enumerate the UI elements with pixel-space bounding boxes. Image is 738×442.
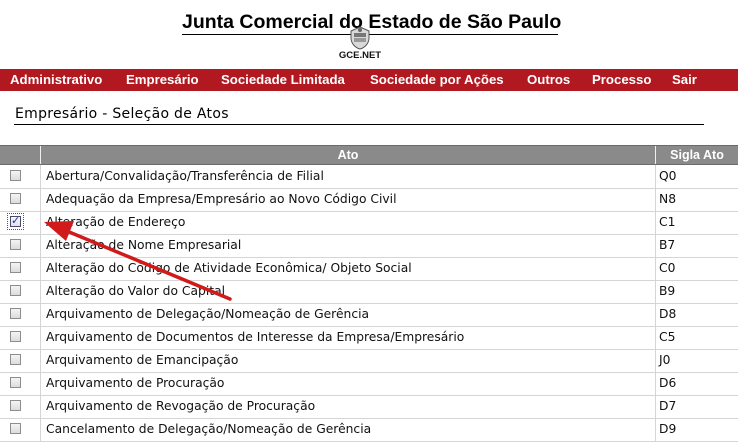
cell-separator [40,257,41,280]
ato-cell: Alteração do Código de Atividade Econômi… [46,261,412,275]
system-name: GCE.NET [338,50,382,61]
cell-separator [40,372,41,395]
ato-cell: Cancelamento de Delegação/Nomeação de Ge… [46,422,372,436]
ato-cell: Arquivamento de Delegação/Nomeação de Ge… [46,307,370,321]
column-header-ato: Ato [337,148,359,162]
row-checkbox[interactable] [10,239,21,250]
row-checkbox[interactable] [10,285,21,296]
sigla-cell: D8 [659,307,677,321]
cell-separator [655,349,656,372]
ato-cell: Arquivamento de Procuração [46,376,225,390]
cell-separator [655,165,656,188]
row-checkbox[interactable] [10,262,21,273]
sigla-cell: D7 [659,399,677,413]
cell-separator [40,188,41,211]
table-header: Ato Sigla Ato [0,145,738,165]
cell-separator [40,211,41,234]
table-row[interactable]: Alteração do Código de Atividade Econômi… [0,257,738,281]
row-checkbox[interactable] [10,308,21,319]
menu-item-sociedade-por-acoes[interactable]: Sociedade por Ações [370,69,504,91]
cell-separator [40,165,41,188]
column-header-select [0,146,40,164]
cell-separator [40,349,41,372]
cell-separator [40,418,41,441]
ato-cell: Alteração de Endereço [46,215,186,229]
cell-separator [40,303,41,326]
cell-separator [655,257,656,280]
table-row[interactable]: Arquivamento de Procuração D6 [0,372,738,396]
menu-item-sair[interactable]: Sair [672,69,697,91]
sigla-cell: C0 [659,261,676,275]
sigla-cell: Q0 [659,169,677,183]
sigla-cell: N8 [659,192,677,206]
table-row[interactable]: Cancelamento de Delegação/Nomeação de Ge… [0,418,738,442]
row-checkbox[interactable]: ✓ [10,214,21,227]
ato-cell: Arquivamento de Revogação de Procuração [46,399,316,413]
menu-item-sociedade-limitada[interactable]: Sociedade Limitada [221,69,345,91]
sigla-cell: D6 [659,376,677,390]
row-checkbox[interactable] [10,400,21,411]
ato-cell: Alteração do Valor do Capital [46,284,226,298]
row-checkbox[interactable] [10,170,21,181]
page-title-underline [14,124,704,125]
menu-item-processo[interactable]: Processo [592,69,651,91]
cell-separator [655,395,656,418]
row-checkbox[interactable] [10,193,21,204]
cell-separator [655,372,656,395]
sigla-cell: B9 [659,284,676,298]
ato-cell: Arquivamento de Documentos de Interesse … [46,330,465,344]
cell-separator [655,234,656,257]
column-header-sigla: Sigla Ato [670,148,724,162]
ato-cell: Adequação da Empresa/Empresário ao Novo … [46,192,397,206]
row-checkbox[interactable] [10,423,21,434]
cell-separator [655,418,656,441]
menu-item-administrativo[interactable]: Administrativo [10,69,102,91]
menu-item-outros[interactable]: Outros [527,69,570,91]
table-row[interactable]: Arquivamento de Delegação/Nomeação de Ge… [0,303,738,327]
sigla-cell: J0 [659,353,671,367]
table-row[interactable]: Abertura/Convalidação/Transferência de F… [0,165,738,189]
sigla-cell: D9 [659,422,677,436]
cell-separator [40,395,41,418]
ato-cell: Abertura/Convalidação/Transferência de F… [46,169,324,183]
row-checkbox[interactable] [10,331,21,342]
table-row[interactable]: ✓ Alteração de Endereço C1 [0,211,738,235]
sigla-cell: C5 [659,330,676,344]
table-row[interactable]: Alteração de Nome Empresarial B7 [0,234,738,258]
row-checkbox[interactable] [10,377,21,388]
cell-separator [655,188,656,211]
table-row[interactable]: Alteração do Valor do Capital B9 [0,280,738,304]
cell-separator [40,234,41,257]
table-row[interactable]: Arquivamento de Revogação de Procuração D… [0,395,738,419]
table-row[interactable]: Arquivamento de Emancipação J0 [0,349,738,373]
sigla-cell: B7 [659,238,676,252]
checkmark-icon: ✓ [11,214,21,227]
cell-separator [655,303,656,326]
menu-item-empresario[interactable]: Empresário [126,69,199,91]
sigla-cell: C1 [659,215,676,229]
cell-separator [655,280,656,303]
table-row[interactable]: Adequação da Empresa/Empresário ao Novo … [0,188,738,212]
cell-separator [655,326,656,349]
cell-separator [655,211,656,234]
row-checkbox[interactable] [10,354,21,365]
cell-separator [40,280,41,303]
header: Junta Comercial do Estado de São Paulo G… [0,0,738,68]
page-title: Empresário - Seleção de Atos [15,106,229,122]
ato-cell: Alteração de Nome Empresarial [46,238,242,252]
table-row[interactable]: Arquivamento de Documentos de Interesse … [0,326,738,350]
cell-separator [40,326,41,349]
coat-of-arms-icon [350,26,370,50]
main-menu: Administrativo Empresário Sociedade Limi… [0,69,738,91]
ato-cell: Arquivamento de Emancipação [46,353,239,367]
